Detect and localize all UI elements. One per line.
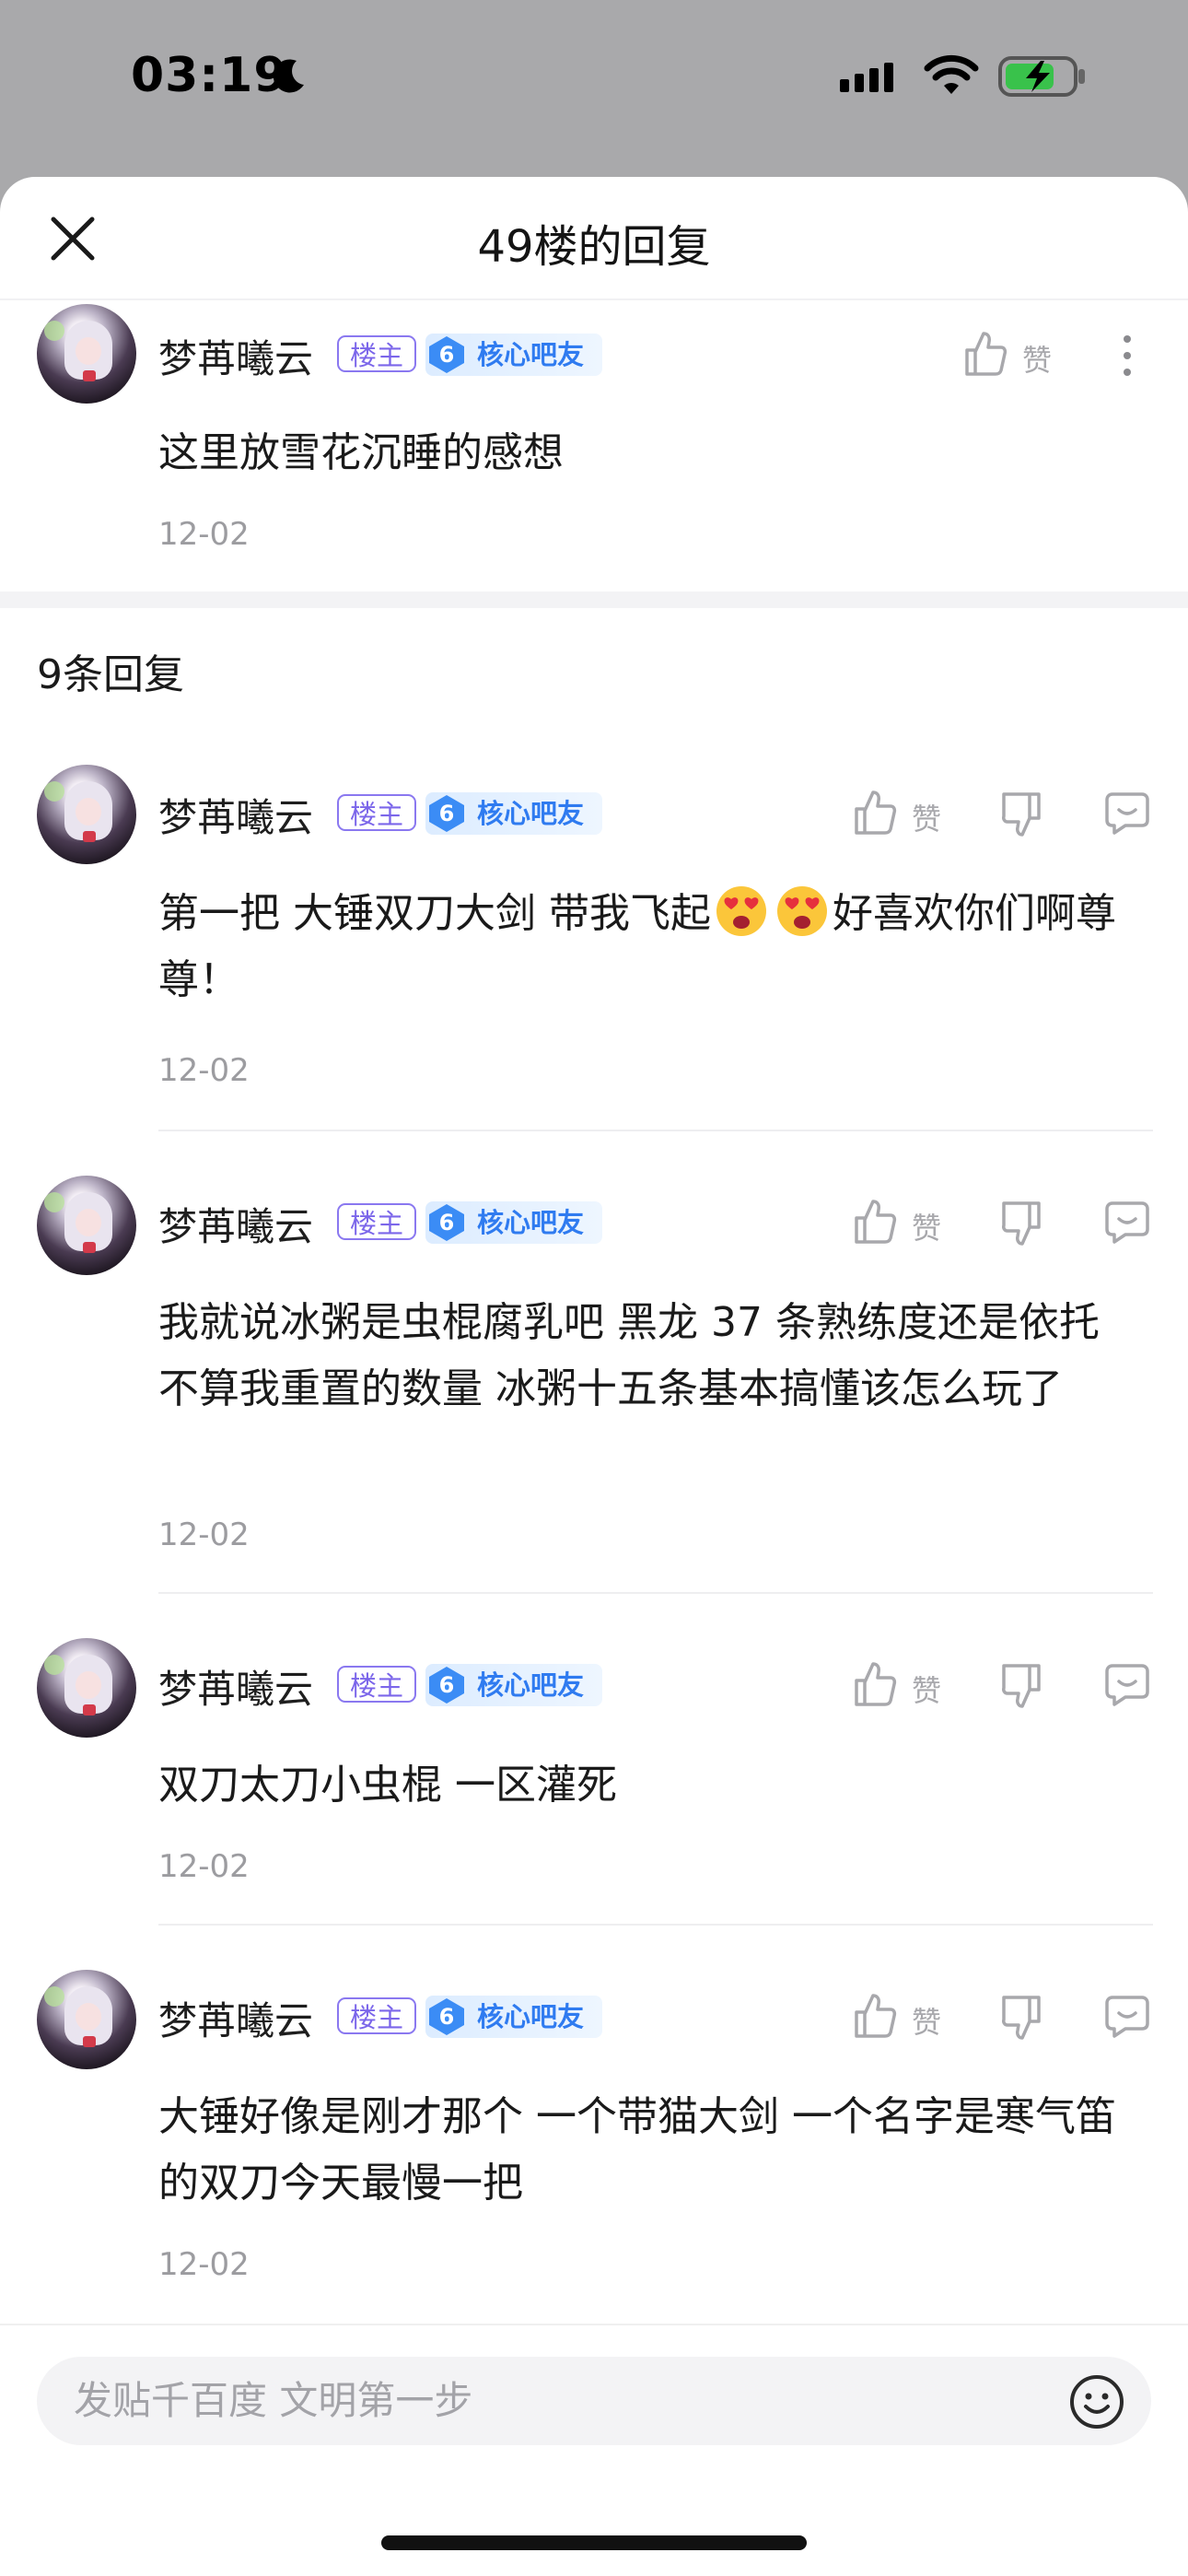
reply-date: 12-02 <box>158 1848 250 1885</box>
avatar[interactable] <box>37 304 136 404</box>
thumbs-up-icon[interactable] <box>853 789 897 837</box>
sheet-header: 49楼的回复 <box>0 177 1188 300</box>
level-label: 核心吧友 <box>477 339 585 370</box>
username[interactable]: 梦苒曦云 <box>158 1990 313 2046</box>
section-divider <box>0 591 1188 608</box>
level-badge: 6 核心吧友 <box>425 1201 602 1244</box>
like-label[interactable]: 赞 <box>1022 337 1052 380</box>
reply-text: 双刀太刀小虫棍 一区灌死 <box>158 1762 617 1809</box>
username[interactable]: 梦苒曦云 <box>158 1196 313 1252</box>
reply-divider <box>158 1592 1153 1594</box>
status-bar: 03:19 <box>0 0 1188 175</box>
username[interactable]: 梦苒曦云 <box>158 787 313 843</box>
level-badge: 6 核心吧友 <box>425 1996 602 2038</box>
username[interactable]: 梦苒曦云 <box>158 1658 313 1715</box>
post-text: 这里放雪花沉睡的感想 <box>158 429 564 476</box>
comment-input[interactable]: 发贴千百度 文明第一步 <box>37 2357 1151 2445</box>
heart-eyes-emoji-icon <box>716 886 766 936</box>
reply-divider <box>158 1130 1153 1131</box>
thumbs-down-icon[interactable] <box>1000 1662 1042 1710</box>
cellular-signal-icon <box>840 63 893 92</box>
reply-text: 大锤好像是刚才那个 一个带猫大剑 一个名字是寒气笛的双刀今天最慢一把 <box>158 2093 1116 2207</box>
thumbs-up-icon[interactable] <box>853 1992 897 2040</box>
wifi-icon <box>924 54 979 94</box>
avatar[interactable] <box>37 1176 136 1275</box>
thumbs-down-icon[interactable] <box>1000 1200 1042 1247</box>
reply-divider <box>158 1924 1153 1926</box>
level-label: 核心吧友 <box>477 798 585 829</box>
thumbs-down-icon[interactable] <box>1000 790 1042 838</box>
thumbs-up-icon[interactable] <box>853 1198 897 1246</box>
reply-comment-icon[interactable] <box>1103 1662 1151 1708</box>
emoji-picker-icon[interactable] <box>1068 2373 1125 2430</box>
reply-comment-icon[interactable] <box>1103 790 1151 837</box>
avatar[interactable] <box>37 1638 136 1738</box>
level-badge: 6 核心吧友 <box>425 792 602 835</box>
reply-date: 12-02 <box>158 1052 250 1089</box>
owner-badge: 楼主 <box>337 794 416 831</box>
reply-comment-icon[interactable] <box>1103 1200 1151 1246</box>
like-label[interactable]: 赞 <box>912 1205 941 1247</box>
level-label: 核心吧友 <box>477 2001 585 2032</box>
owner-badge: 楼主 <box>337 335 416 372</box>
username[interactable]: 梦苒曦云 <box>158 328 313 384</box>
post-date: 12-02 <box>158 516 250 553</box>
reply-date: 12-02 <box>158 1516 250 1553</box>
thumbs-down-icon[interactable] <box>1000 1994 1042 2042</box>
like-label[interactable]: 赞 <box>912 1999 941 2042</box>
level-label: 核心吧友 <box>477 1669 585 1701</box>
owner-badge: 楼主 <box>337 1203 416 1240</box>
level-badge: 6 核心吧友 <box>425 334 602 376</box>
level-label: 核心吧友 <box>477 1207 585 1238</box>
reply-comment-icon[interactable] <box>1103 1994 1151 2040</box>
heart-eyes-emoji-icon <box>776 886 827 936</box>
sheet-title: 49楼的回复 <box>477 221 711 273</box>
moon-icon <box>273 59 304 93</box>
thumbs-up-icon[interactable] <box>853 1660 897 1708</box>
owner-badge: 楼主 <box>337 1997 416 2034</box>
reply-text: 我就说冰粥是虫棍腐乳吧 黑龙 37 条熟练度还是依托 不算我重置的数量 冰粥十五… <box>158 1299 1100 1412</box>
status-time: 03:19 <box>131 48 288 103</box>
reply-count: 9条回复 <box>37 651 184 698</box>
avatar[interactable] <box>37 1970 136 2069</box>
replies-sheet: 49楼的回复 梦苒曦云 楼主 6 核心吧友 赞 这里放雪花沉睡的感想 12-02… <box>0 177 1188 2576</box>
like-label[interactable]: 赞 <box>912 796 941 838</box>
thumbs-up-icon[interactable] <box>963 330 1007 378</box>
avatar[interactable] <box>37 765 136 864</box>
like-label[interactable]: 赞 <box>912 1668 941 1710</box>
reply-text: 第一把 大锤双刀大剑 带我飞起 好喜欢你们啊尊尊！ <box>158 881 1144 1013</box>
battery-charging-icon <box>998 56 1085 97</box>
reply-date: 12-02 <box>158 2246 250 2283</box>
more-icon[interactable] <box>1118 332 1136 380</box>
level-badge: 6 核心吧友 <box>425 1664 602 1706</box>
home-indicator <box>381 2535 807 2550</box>
owner-badge: 楼主 <box>337 1666 416 1703</box>
